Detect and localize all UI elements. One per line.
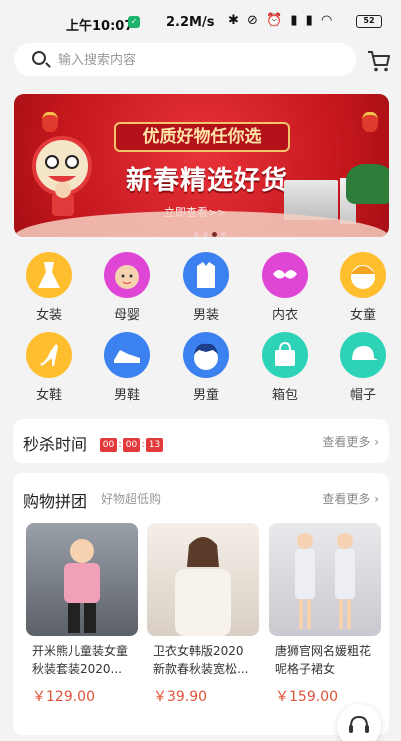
cart-icon[interactable] (366, 48, 392, 74)
search-bar[interactable] (14, 43, 356, 76)
category-women[interactable]: 女装 (14, 252, 84, 323)
category-label: 男童 (192, 388, 219, 403)
chevron-right-icon: › (374, 435, 379, 449)
category-label: 男装 (192, 308, 219, 323)
boy-icon (183, 332, 229, 378)
timer-seconds: 13 (146, 437, 163, 452)
bag-icon (262, 332, 308, 378)
network-speed: 2.2M/s (166, 15, 215, 30)
category-men[interactable]: 男装 (171, 252, 241, 323)
banner-headline: 新春精选好货 (125, 166, 288, 196)
category-bags[interactable]: 箱包 (250, 332, 320, 403)
category-maternity[interactable]: 母婴 (92, 252, 162, 323)
tree-decoration (346, 164, 389, 204)
category-girls[interactable]: 女童 (328, 252, 398, 323)
product-price: ￥159.00 (275, 689, 338, 705)
promo-banner[interactable]: 优质好物任你选 新春精选好货 立即查看>> (14, 94, 389, 237)
shield-icon: ✓ (128, 16, 140, 28)
product-image (147, 523, 259, 636)
status-time: 上午10:07 (66, 19, 134, 34)
carousel-indicator (194, 222, 230, 237)
category-label: 女童 (349, 308, 376, 323)
product-price: ￥129.00 (32, 689, 95, 705)
timer-hours: 00 (100, 437, 117, 452)
customer-service-button[interactable] (337, 704, 381, 741)
headset-icon (349, 715, 369, 733)
lion-dance-illustration (32, 136, 92, 216)
carousel-dot-active[interactable] (212, 232, 217, 237)
cap-icon (340, 332, 386, 378)
product-name: 卫衣女韩版2020新款春秋装宽松... (153, 644, 249, 676)
timer-minutes: 00 (123, 437, 140, 452)
bra-icon (262, 252, 308, 298)
category-underwear[interactable]: 内衣 (250, 252, 320, 323)
girl-icon (340, 252, 386, 298)
product-image (26, 523, 138, 636)
group-buy-title: 购物拼团 (23, 492, 88, 511)
chevron-right-icon: › (374, 492, 379, 506)
product-card[interactable]: 唐狮官网名媛粗花呢格子裙女2020... ￥159.00 (269, 523, 381, 706)
category-label: 女鞋 (35, 388, 62, 403)
product-card[interactable]: 开米熊儿童装女童秋装套装2020... ￥129.00 (26, 523, 138, 706)
product-image (269, 523, 381, 636)
shirt-icon (183, 252, 229, 298)
carousel-dot[interactable] (194, 232, 199, 237)
group-buy-more-link[interactable]: 查看更多 › (322, 490, 379, 507)
category-boys[interactable]: 男童 (171, 332, 241, 403)
product-name: 唐狮官网名媛粗花呢格子裙女2020... (275, 644, 372, 676)
sneaker-icon (104, 332, 150, 378)
category-label: 帽子 (349, 388, 376, 403)
category-men-shoes[interactable]: 男鞋 (92, 332, 162, 403)
more-label: 查看更多 (322, 492, 371, 506)
category-label: 内衣 (271, 308, 298, 323)
group-buy-section: 购物拼团 好物超低购 查看更多 › 开米熊儿童装女童秋装套装2020... ￥1… (13, 473, 389, 735)
lantern-icon (42, 112, 58, 132)
battery-icon: 52 (356, 15, 382, 28)
product-name: 开米熊儿童装女童秋装套装2020... (32, 644, 129, 676)
banner-sign: 优质好物任你选 (114, 122, 290, 152)
flash-sale-section: 秒杀时间 00:00:13 查看更多 › (13, 419, 389, 463)
category-label: 女装 (35, 308, 62, 323)
countdown-timer: 00:00:13 (100, 434, 163, 453)
category-label: 男鞋 (113, 388, 140, 403)
baby-icon (104, 252, 150, 298)
product-card[interactable]: 卫衣女韩版2020新款春秋装宽松... ￥39.90 (147, 523, 259, 706)
flash-sale-more-link[interactable]: 查看更多 › (322, 433, 379, 450)
status-bar: 上午10:07 ✓ 2.2M/s ✱ ⊘ ⏰ ▮ ▮ ◠ 52 (0, 0, 401, 42)
lantern-icon (362, 112, 378, 132)
flash-sale-title: 秒杀时间 (23, 435, 88, 454)
heel-icon (26, 332, 72, 378)
carousel-dot[interactable] (203, 232, 208, 237)
category-women-shoes[interactable]: 女鞋 (14, 332, 84, 403)
group-buy-subtitle: 好物超低购 (101, 492, 162, 506)
system-icons: ✱ ⊘ ⏰ ▮ ▮ ◠ (228, 13, 335, 28)
search-input[interactable] (58, 49, 338, 71)
category-label: 母婴 (113, 308, 140, 323)
more-label: 查看更多 (322, 435, 371, 449)
search-icon (32, 51, 46, 65)
category-label: 箱包 (271, 388, 298, 403)
product-price: ￥39.90 (153, 689, 208, 705)
dress-icon (26, 252, 72, 298)
category-hats[interactable]: 帽子 (328, 332, 398, 403)
carousel-dot[interactable] (221, 232, 226, 237)
